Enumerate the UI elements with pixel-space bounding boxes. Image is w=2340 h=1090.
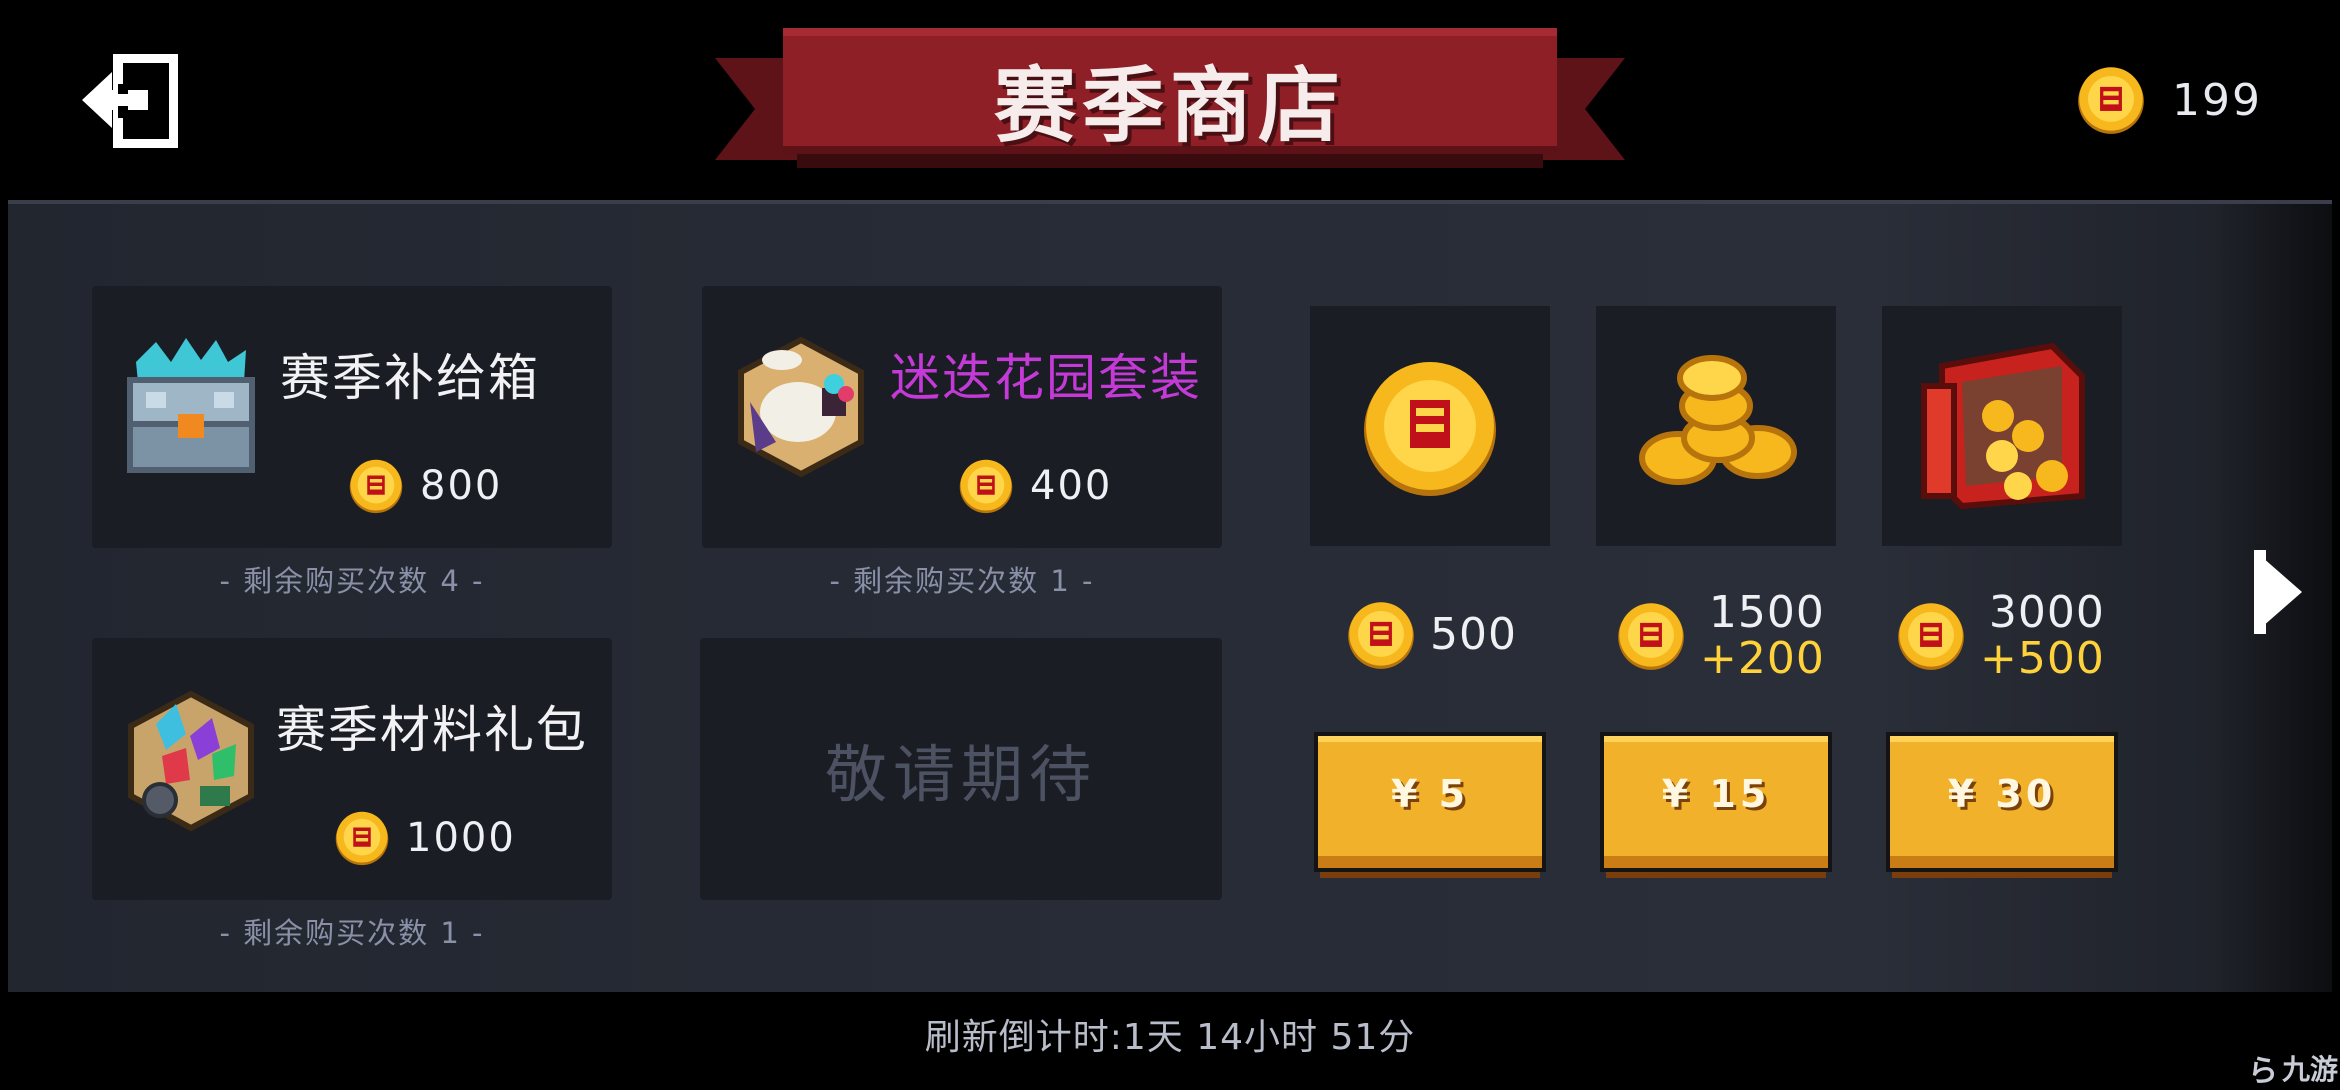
shop-item-supply-chest[interactable]: 赛季补给箱 800 — [92, 286, 612, 548]
coin-amount: 500 — [1430, 609, 1517, 660]
gold-coin-icon — [958, 458, 1014, 514]
chevron-right-icon[interactable] — [2250, 546, 2306, 638]
gold-coin-icon — [334, 810, 390, 866]
supply-chest-icon — [116, 332, 266, 482]
watermark-logo: ら 九游 — [2248, 1046, 2338, 1090]
currency-value: 199 — [2172, 74, 2262, 126]
coming-soon-slot: 敬请期待 — [700, 638, 1222, 900]
currency-display: 199 — [2076, 62, 2262, 138]
item-price-value: 400 — [1030, 463, 1113, 509]
gold-coin-icon — [348, 458, 404, 514]
item-price: 800 — [348, 458, 502, 514]
remaining-purchases: - 剩余购买次数 1 - — [829, 564, 1095, 598]
shop-item-material-pack[interactable]: 赛季材料礼包 1000 — [92, 638, 612, 900]
coin-pack-amount: 3000 +500 — [1896, 590, 2105, 682]
gold-coin-icon — [1616, 601, 1686, 671]
coin-pack-large — [1882, 306, 2122, 546]
buy-button-label: ¥ 15 — [1661, 772, 1771, 816]
item-price-value: 800 — [420, 463, 503, 509]
item-title: 赛季材料礼包 — [276, 701, 588, 759]
coin-pack-small — [1310, 306, 1550, 546]
coin-amount: 1500 — [1708, 587, 1825, 638]
page-title: 赛季商店 — [993, 58, 1346, 154]
coin-pack-amount: 500 — [1346, 600, 1517, 670]
coin-safe-icon — [1902, 326, 2102, 526]
coin-amount: 3000 — [1988, 587, 2105, 638]
buy-button-15[interactable]: ¥ 15 — [1600, 732, 1832, 880]
item-price: 1000 — [334, 810, 516, 866]
coin-pack-amount: 1500 +200 — [1616, 590, 1825, 682]
coin-pack-medium — [1596, 306, 1836, 546]
coin-bonus: +200 — [1700, 633, 1825, 684]
item-title: 赛季补给箱 — [280, 349, 540, 407]
top-bar: 赛季商店 199 — [0, 0, 2340, 200]
watermark-text: 九游 — [2282, 1053, 2339, 1086]
buy-button-30[interactable]: ¥ 30 — [1886, 732, 2118, 880]
refresh-countdown: 刷新倒计时:1天 14小时 51分 — [924, 1017, 1416, 1058]
item-price-value: 1000 — [406, 815, 516, 861]
item-price: 400 — [958, 458, 1112, 514]
buy-button-label: ¥ 30 — [1947, 772, 2057, 816]
gold-coin-icon — [2076, 65, 2146, 135]
watermark-icon: ら — [2248, 1054, 2278, 1089]
garden-outfit-icon — [726, 332, 876, 482]
exit-door-icon[interactable] — [78, 53, 179, 149]
material-pack-icon — [116, 684, 266, 834]
buy-button-5[interactable]: ¥ 5 — [1314, 732, 1546, 880]
shop-item-rosemary-garden-skin[interactable]: 迷迭花园套装 400 — [702, 286, 1222, 548]
coin-pile-icon — [1616, 326, 1816, 526]
title-banner: 赛季商店 — [715, 28, 1625, 176]
coin-bonus: +500 — [1980, 633, 2105, 684]
remaining-purchases: - 剩余购买次数 4 - — [219, 564, 485, 598]
gold-coin-icon — [1346, 600, 1416, 670]
buy-button-label: ¥ 5 — [1390, 772, 1470, 816]
gold-coin-icon — [1896, 601, 1966, 671]
single-coin-icon — [1330, 326, 1530, 526]
remaining-purchases: - 剩余购买次数 1 - — [219, 916, 485, 950]
item-title: 迷迭花园套装 — [890, 349, 1202, 407]
